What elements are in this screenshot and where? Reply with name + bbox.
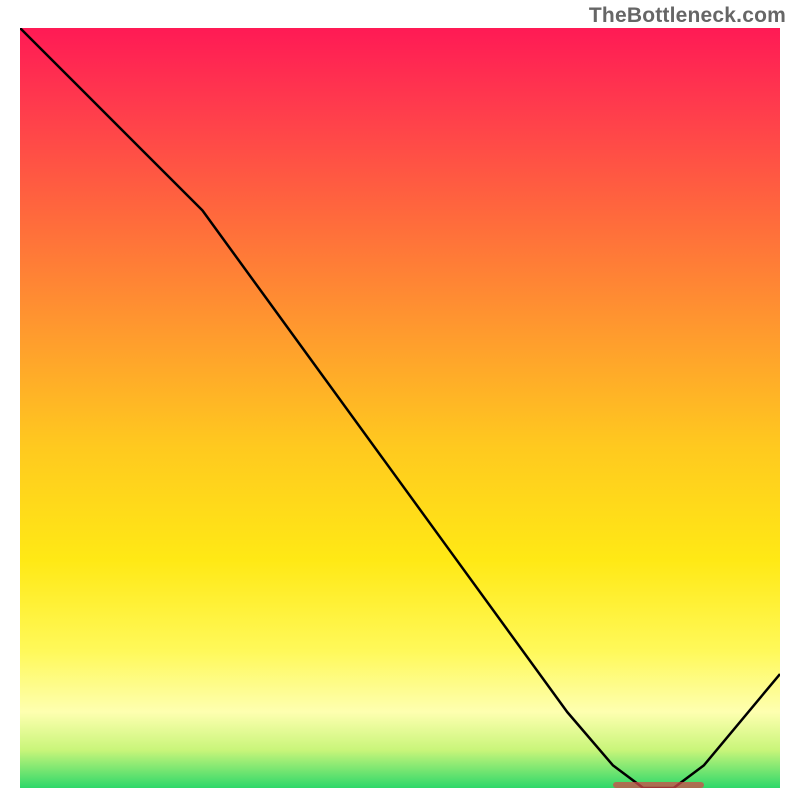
bottleneck-curve-path	[20, 28, 780, 788]
chart-plot-area	[20, 28, 780, 788]
bottleneck-curve	[20, 28, 780, 788]
optimum-range-marker	[613, 782, 704, 788]
watermark-text: TheBottleneck.com	[589, 4, 786, 28]
